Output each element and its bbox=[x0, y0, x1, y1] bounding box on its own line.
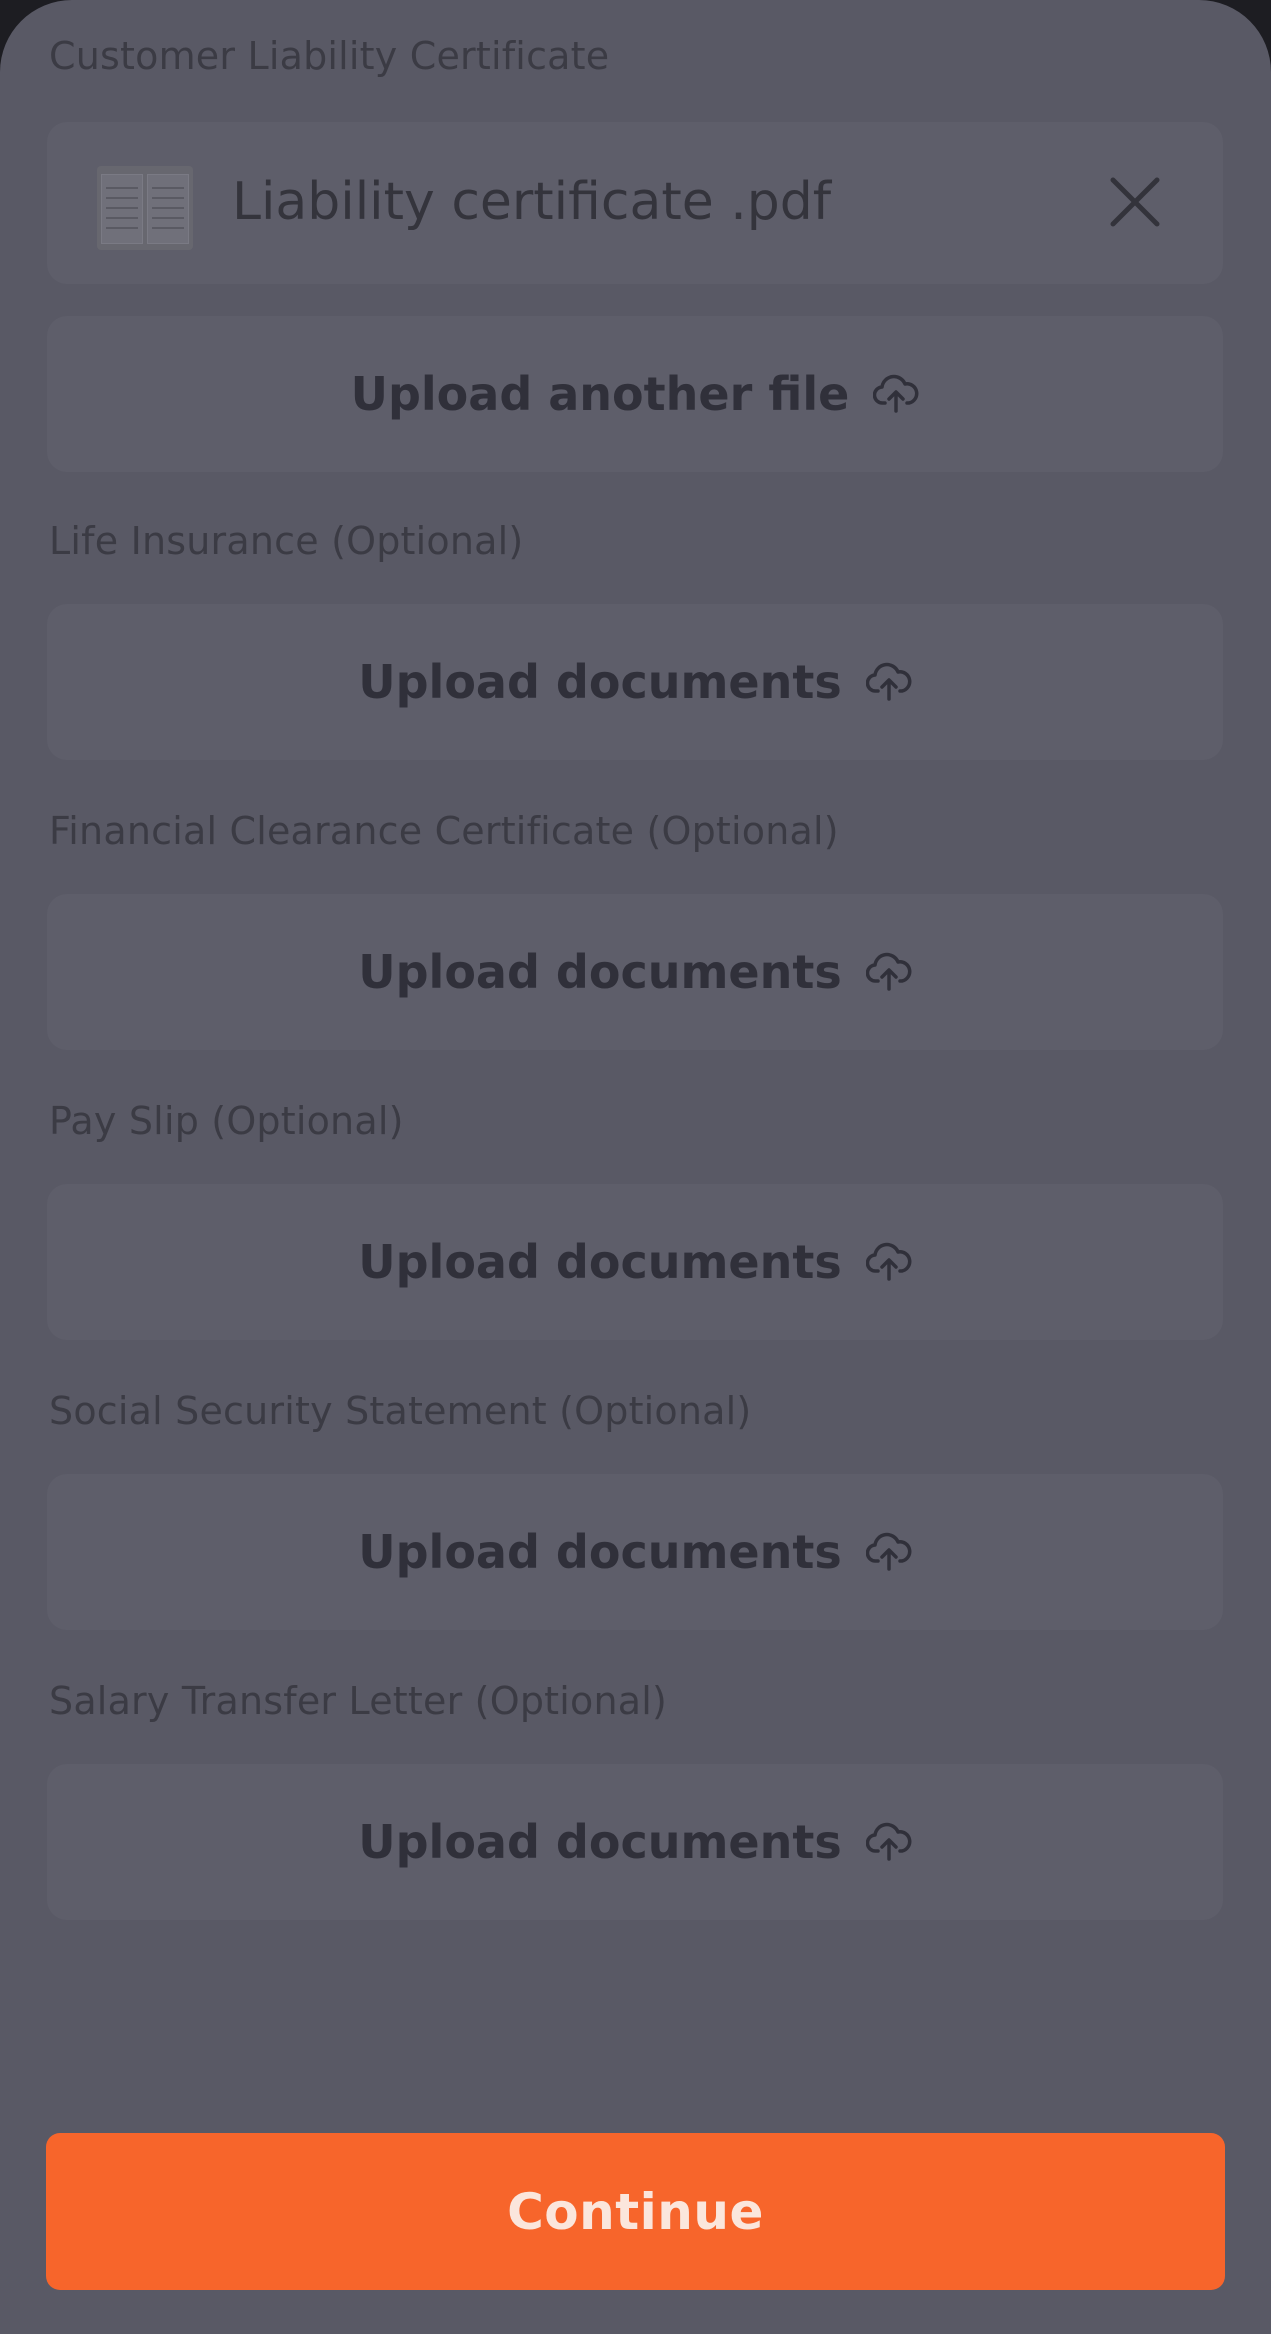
upload-salary-transfer-button[interactable]: Upload documents bbox=[47, 1764, 1223, 1920]
cloud-upload-icon bbox=[865, 1822, 912, 1861]
upload-financial-clearance-button[interactable]: Upload documents bbox=[47, 894, 1223, 1050]
upload-documents-label: Upload documents bbox=[358, 945, 842, 999]
cloud-upload-icon bbox=[865, 952, 912, 991]
upload-documents-sheet: Customer Liability Certificate Liability… bbox=[0, 0, 1271, 2334]
cloud-upload-icon bbox=[865, 1242, 912, 1281]
upload-documents-label: Upload documents bbox=[358, 1235, 842, 1289]
upload-pay-slip-button[interactable]: Upload documents bbox=[47, 1184, 1223, 1340]
close-icon bbox=[1110, 177, 1160, 227]
pdf-thumbnail-icon bbox=[97, 166, 193, 250]
section-label-financial-clearance: Financial Clearance Certificate (Optiona… bbox=[49, 809, 839, 853]
uploaded-file-name: Liability certificate .pdf bbox=[232, 172, 832, 232]
upload-social-security-button[interactable]: Upload documents bbox=[47, 1474, 1223, 1630]
section-label-pay-slip: Pay Slip (Optional) bbox=[49, 1099, 404, 1143]
upload-documents-label: Upload documents bbox=[358, 1815, 842, 1869]
remove-file-button[interactable] bbox=[1105, 172, 1165, 232]
uploaded-file-card: Liability certificate .pdf bbox=[47, 122, 1223, 284]
upload-another-file-button[interactable]: Upload another file bbox=[47, 316, 1223, 472]
section-label-salary-transfer: Salary Transfer Letter (Optional) bbox=[49, 1679, 667, 1723]
continue-button-label: Continue bbox=[507, 2182, 764, 2241]
section-label-social-security: Social Security Statement (Optional) bbox=[49, 1389, 752, 1433]
continue-button[interactable]: Continue bbox=[46, 2133, 1225, 2290]
section-label-customer-liability: Customer Liability Certificate bbox=[49, 34, 610, 78]
section-label-life-insurance: Life Insurance (Optional) bbox=[49, 519, 524, 563]
upload-life-insurance-button[interactable]: Upload documents bbox=[47, 604, 1223, 760]
upload-documents-label: Upload documents bbox=[358, 1525, 842, 1579]
upload-documents-label: Upload documents bbox=[358, 655, 842, 709]
cloud-upload-icon bbox=[873, 374, 919, 413]
upload-another-file-label: Upload another file bbox=[350, 367, 850, 421]
cloud-upload-icon bbox=[865, 662, 912, 701]
cloud-upload-icon bbox=[865, 1532, 912, 1571]
